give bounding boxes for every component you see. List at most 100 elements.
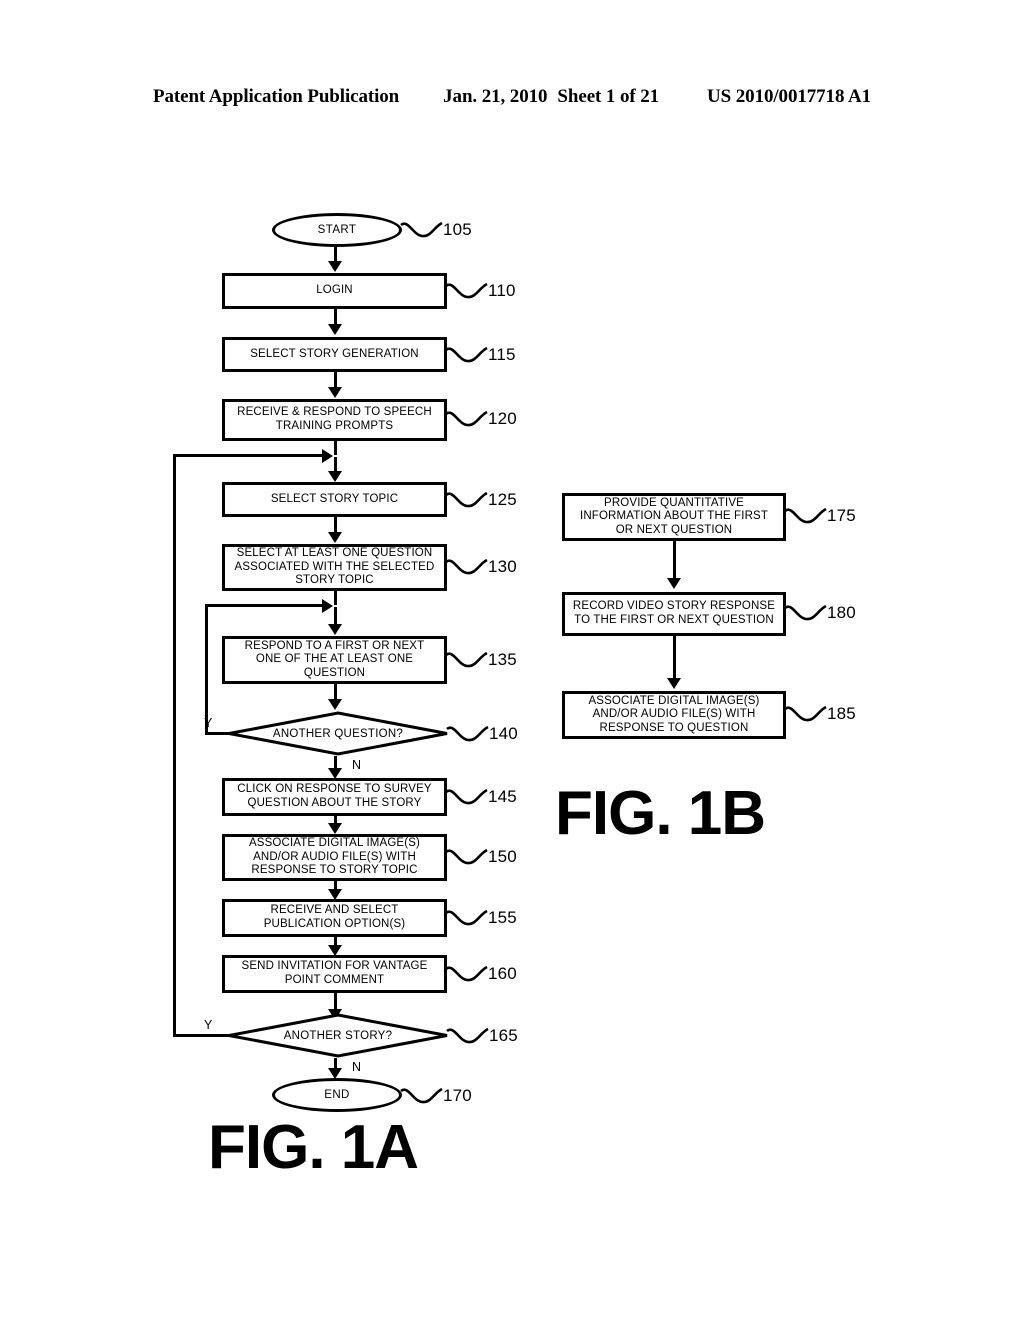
ref-numeral-185: 185: [827, 704, 856, 723]
ref-numeral-180: 180: [827, 603, 856, 622]
flow-node-associate-media-story-line2: AND/OR AUDIO FILE(S) WITH: [253, 850, 416, 863]
connector-145-150: [333, 816, 337, 823]
header-date: Jan. 21, 2010: [443, 86, 548, 107]
flow-node-respond-to-question-line3: QUESTION: [303, 666, 366, 679]
figure-caption-1b: FIG. 1B: [555, 779, 766, 848]
arrowhead-merge-125: [328, 471, 342, 482]
branch-label-165-yes: Y: [204, 1018, 213, 1032]
ref-numeral-130: 130: [488, 557, 517, 576]
flow-node-survey-response-line1: CLICK ON RESPONSE TO SURVEY: [237, 783, 432, 796]
connector-120-merge: [333, 441, 337, 455]
flow-node-another-question-label: ANOTHER QUESTION?: [272, 727, 404, 740]
connector-155-160: [333, 937, 337, 945]
connector-130-merge: [333, 591, 337, 605]
flow-node-speech-training-prompts: RECEIVE & RESPOND TO SPEECH TRAINING PRO…: [222, 399, 447, 441]
flow-node-select-story-generation: SELECT STORY GENERATION: [222, 337, 447, 372]
flow-node-publication-options-line1: RECEIVE AND SELECT: [270, 904, 399, 917]
flow-node-end: END: [272, 1078, 402, 1112]
arrowhead-inner-loop-merge: [322, 598, 333, 613]
arrowhead-merge-135: [328, 624, 342, 635]
arrowhead-105-110: [328, 261, 342, 272]
flow-node-speech-training-prompts-line2: TRAINING PROMPTS: [275, 420, 394, 432]
connector-135-140: [333, 684, 337, 699]
flow-node-start-label: START: [317, 224, 357, 236]
flow-node-provide-quantitative-info-line1: PROVIDE QUANTITATIVE: [604, 496, 744, 509]
outer-loop-return-vertical: [173, 454, 176, 1037]
flow-node-record-video-response: RECORD VIDEO STORY RESPONSE TO THE FIRST…: [562, 592, 786, 636]
flow-node-send-invitation: SEND INVITATION FOR VANTAGE POINT COMMEN…: [222, 955, 447, 993]
outer-loop-return-horizontal: [173, 454, 323, 457]
connector-140-145: [333, 756, 337, 768]
ref-numeral-140: 140: [489, 724, 518, 743]
branch-label-165-no: N: [352, 1060, 362, 1074]
connector-125-130: [333, 517, 337, 532]
flow-node-associate-media-story: ASSOCIATE DIGITAL IMAGE(S) AND/OR AUDIO …: [222, 834, 447, 881]
flow-node-associate-media-question-line3: RESPONSE TO QUESTION: [599, 721, 749, 734]
inner-loop-return-horizontal: [205, 604, 323, 607]
arrowhead-125-130: [328, 532, 342, 543]
flow-node-select-story-topic: SELECT STORY TOPIC: [222, 482, 447, 517]
flow-node-associate-media-question-line2: AND/OR AUDIO FILE(S) WITH: [592, 708, 756, 721]
flow-node-select-story-topic-label: SELECT STORY TOPIC: [270, 492, 399, 505]
header-publication-label: Patent Application Publication: [153, 86, 400, 107]
inner-loop-return-vertical: [205, 604, 208, 734]
header-patent-number: US 2010/0017718 A1: [707, 86, 871, 107]
flow-node-select-story-generation-label: SELECT STORY GENERATION: [250, 347, 419, 360]
branch-140-yes-line: [205, 732, 229, 735]
flow-node-provide-quantitative-info: PROVIDE QUANTITATIVE INFORMATION ABOUT T…: [562, 493, 786, 541]
flow-node-another-story-label: ANOTHER STORY?: [283, 1029, 393, 1042]
branch-label-140-yes: Y: [204, 716, 213, 730]
connector-105-110: [333, 247, 337, 261]
flow-node-another-story-decision: ANOTHER STORY?: [226, 1013, 450, 1058]
flow-node-respond-to-question-line1: RESPOND TO A FIRST OR NEXT: [244, 639, 425, 652]
flow-node-select-question: SELECT AT LEAST ONE QUESTION ASSOCIATED …: [222, 544, 447, 591]
flow-node-survey-response-line2: QUESTION ABOUT THE STORY: [247, 797, 422, 809]
flow-node-respond-to-question: RESPOND TO A FIRST OR NEXT ONE OF THE AT…: [222, 636, 447, 684]
flow-node-select-question-line3: STORY TOPIC: [295, 574, 374, 587]
flow-node-send-invitation-line1: SEND INVITATION FOR VANTAGE: [241, 960, 428, 973]
ref-numeral-125: 125: [488, 490, 517, 509]
ref-numeral-155: 155: [488, 908, 517, 927]
ref-numeral-120: 120: [488, 409, 517, 428]
connector-180-185: [672, 636, 676, 678]
flow-node-survey-response: CLICK ON RESPONSE TO SURVEY QUESTION ABO…: [222, 778, 447, 816]
figure-caption-1a: FIG. 1A: [208, 1113, 419, 1182]
arrowhead-135-140: [328, 699, 342, 710]
ref-numeral-175: 175: [827, 506, 856, 525]
flow-node-speech-training-prompts-line1: RECEIVE & RESPOND TO SPEECH: [237, 406, 432, 419]
patent-drawing-sheet: Patent Application Publication Jan. 21, …: [0, 0, 1024, 1320]
flow-node-respond-to-question-line2: ONE OF THE AT LEAST ONE: [255, 653, 414, 666]
ref-numeral-160: 160: [488, 964, 517, 983]
arrowhead-outer-loop-merge: [322, 448, 333, 463]
connector-110-115: [333, 309, 337, 324]
header-sheet-number: Sheet 1 of 21: [557, 86, 660, 107]
arrowhead-175-180: [667, 578, 681, 589]
flow-node-login: LOGIN: [222, 273, 447, 309]
arrowhead-115-120: [328, 387, 342, 398]
flow-node-send-invitation-line2: POINT COMMENT: [284, 974, 385, 986]
flow-node-provide-quantitative-info-line3: OR NEXT QUESTION: [615, 523, 733, 536]
flow-node-provide-quantitative-info-line2: INFORMATION ABOUT THE FIRST: [579, 510, 769, 523]
connector-175-180: [672, 541, 676, 578]
connector-165-170: [333, 1058, 337, 1068]
connector-150-155: [333, 881, 337, 889]
ref-numeral-135: 135: [488, 650, 517, 669]
ref-numeral-165: 165: [489, 1026, 518, 1045]
ref-numeral-105: 105: [443, 220, 472, 239]
flow-node-record-video-response-line2: TO THE FIRST OR NEXT QUESTION: [574, 614, 774, 626]
flow-node-associate-media-question: ASSOCIATE DIGITAL IMAGE(S) AND/OR AUDIO …: [562, 691, 786, 739]
flow-node-record-video-response-line1: RECORD VIDEO STORY RESPONSE: [572, 600, 776, 613]
ref-numeral-110: 110: [488, 281, 516, 300]
flow-node-select-question-line1: SELECT AT LEAST ONE QUESTION: [236, 547, 433, 560]
flow-node-end-label: END: [324, 1089, 350, 1101]
flow-node-another-question-decision: ANOTHER QUESTION?: [226, 711, 450, 756]
flow-node-login-label: LOGIN: [316, 284, 353, 297]
branch-165-yes-line: [173, 1034, 229, 1037]
connector-merge-135: [333, 607, 337, 624]
ref-numeral-170: 170: [443, 1086, 472, 1105]
page-header: Patent Application Publication Jan. 21, …: [0, 86, 1024, 112]
branch-label-140-no: N: [352, 758, 362, 772]
flow-node-publication-options: RECEIVE AND SELECT PUBLICATION OPTION(S): [222, 899, 447, 937]
flow-node-start: START: [272, 213, 402, 247]
flow-node-select-question-line2: ASSOCIATED WITH THE SELECTED: [234, 560, 435, 573]
